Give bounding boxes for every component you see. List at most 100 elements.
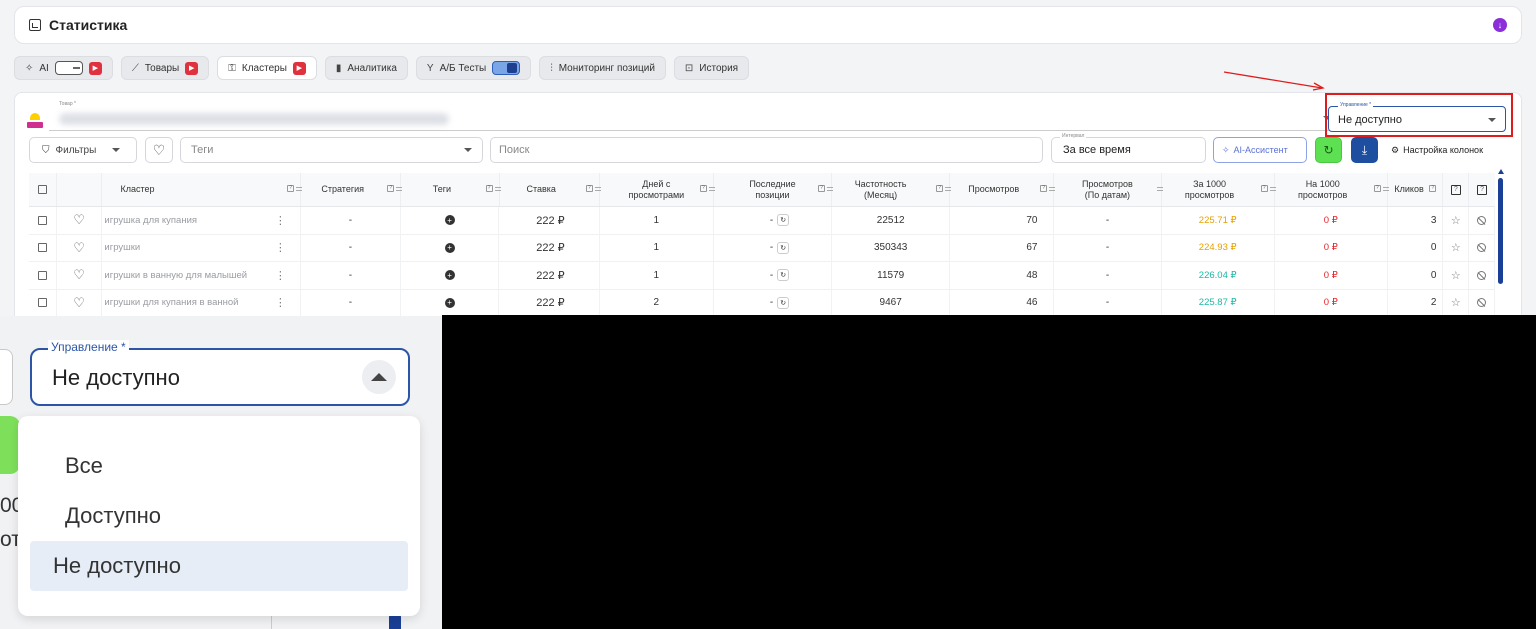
bid-header[interactable]: Ставка? — [500, 173, 601, 206]
control-select-zoomed[interactable]: Управление * Не доступно — [30, 340, 410, 406]
tab-history[interactable]: ⊡ История — [673, 56, 750, 80]
help-icon[interactable]: ? — [1477, 184, 1488, 195]
ban-icon[interactable] — [1477, 215, 1487, 225]
product-select[interactable]: Товар * — [49, 101, 1339, 131]
clicks-header[interactable]: Кликов? — [1388, 173, 1444, 206]
tab-products[interactable]: ⟋ Товары ▶ — [120, 56, 210, 80]
per1000-header[interactable]: За 1000 просмотров? — [1162, 173, 1276, 206]
more-icon[interactable]: ⋮ — [275, 269, 286, 282]
scroll-up-arrow[interactable] — [1498, 169, 1504, 174]
more-icon[interactable]: ⋮ — [275, 214, 286, 227]
tags-header[interactable]: Теги? — [401, 173, 501, 206]
table-cell: + — [401, 234, 500, 261]
cluster-header[interactable]: Кластер? — [102, 173, 303, 206]
ban-icon[interactable] — [1477, 298, 1487, 308]
filter-icon: ⛉ — [42, 144, 50, 156]
help-header-2[interactable]: ? — [1469, 173, 1495, 206]
help-header-1[interactable]: ? — [1443, 173, 1470, 206]
refresh-icon[interactable]: ↻ — [777, 296, 790, 309]
option-not-available[interactable]: Не доступно — [30, 541, 408, 591]
info-icon[interactable]: ? — [287, 185, 295, 192]
tab-bar: ✧ AI ▶ ⟋ Товары ▶ ⚿ Кластеры ▶ ▮ Аналити… — [14, 56, 750, 80]
add-tag-icon[interactable]: + — [444, 242, 455, 253]
info-icon[interactable]: ? — [699, 185, 707, 192]
strategy-header[interactable]: Стратегия? — [301, 173, 403, 206]
add-tag-icon[interactable]: + — [444, 297, 455, 308]
star-icon[interactable]: ☆ — [1451, 296, 1461, 309]
add-tag-icon[interactable]: + — [444, 270, 455, 281]
tab-ai[interactable]: ✧ AI ▶ — [14, 56, 113, 80]
filters-button[interactable]: ⛉ Фильтры — [29, 137, 137, 163]
info-icon[interactable]: ? — [585, 185, 593, 192]
info-icon[interactable]: ? — [485, 185, 493, 192]
tab-clusters[interactable]: ⚿ Кластеры ▶ — [217, 56, 317, 80]
select-all-checkbox[interactable] — [37, 185, 47, 194]
add-tag-icon[interactable]: + — [444, 215, 455, 226]
refresh-button[interactable]: ↻ — [1315, 137, 1342, 163]
table-row[interactable]: ♡ игрушки для купания в ванной ⋮ - +222 ₽2- ↻… — [29, 289, 1496, 317]
tab-analytics[interactable]: ▮ Аналитика — [324, 56, 408, 80]
table-row[interactable]: ♡ игрушка для купания ⋮ - +222 ₽1- ↻ 22512 70-2… — [29, 207, 1496, 235]
ban-icon[interactable] — [1477, 243, 1487, 253]
frequency-header[interactable]: Частотность (Месяц)? — [832, 173, 952, 206]
video-badge-icon[interactable]: ▶ — [88, 61, 102, 75]
info-icon[interactable]: ? — [1429, 185, 1437, 192]
row-checkbox[interactable] — [37, 298, 47, 308]
chevron-up-icon[interactable] — [362, 360, 396, 394]
info-icon[interactable]: ? — [936, 185, 944, 192]
refresh-icon[interactable]: ↻ — [777, 241, 790, 254]
video-badge-icon[interactable]: ▶ — [292, 61, 306, 75]
tags-select[interactable]: Теги — [180, 137, 483, 163]
table-cell: ♡ — [57, 207, 103, 234]
positions-header[interactable]: Последние позиции? — [714, 173, 834, 206]
views-dates-value: - — [1105, 269, 1110, 281]
tab-position-monitoring[interactable]: ⫶ Мониторинг позиций — [539, 56, 666, 80]
ab-toggle[interactable] — [492, 61, 521, 75]
row-checkbox[interactable] — [37, 243, 47, 253]
column-settings-button[interactable]: ⚙ Настройка колонок — [1387, 137, 1507, 163]
heart-icon[interactable]: ♡ — [73, 267, 85, 283]
star-icon[interactable]: ☆ — [1451, 269, 1461, 282]
heart-icon[interactable]: ♡ — [73, 240, 85, 256]
table-row[interactable]: ♡ игрушки в ванную для малышей ⋮ - +222 ₽1- ↻… — [29, 262, 1496, 290]
table-cell: - — [1054, 289, 1162, 316]
info-icon[interactable]: ? — [387, 185, 395, 192]
star-icon[interactable]: ☆ — [1451, 214, 1461, 227]
row-checkbox[interactable] — [37, 270, 47, 280]
info-icon[interactable]: ? — [1373, 185, 1381, 192]
search-input[interactable]: Поиск — [490, 137, 1043, 163]
download-button[interactable]: ⤓ — [1351, 137, 1378, 163]
days-header[interactable]: Дней с просмотрами? — [600, 173, 715, 206]
favorites-button[interactable]: ♡ — [145, 137, 173, 163]
ban-icon[interactable] — [1477, 270, 1487, 280]
row-checkbox[interactable] — [37, 215, 47, 225]
views-header[interactable]: Просмотров? — [950, 173, 1056, 206]
table-row[interactable]: ♡ игрушки ⋮ - +222 ₽1- ↻ 350343 67-224.93 ₽0 ₽0… — [29, 234, 1496, 262]
on1000-header[interactable]: На 1000 просмотров? — [1275, 173, 1389, 206]
more-icon[interactable]: ⋮ — [275, 241, 286, 254]
table-scrollbar[interactable] — [1498, 178, 1503, 284]
tab-ab-tests[interactable]: Y А/Б Тесты — [415, 56, 532, 80]
refresh-icon[interactable]: ↻ — [777, 269, 790, 282]
ai-toggle[interactable] — [54, 61, 83, 75]
interval-select[interactable]: Интервал За все время — [1051, 133, 1206, 163]
help-icon[interactable]: ? — [1450, 184, 1461, 195]
views-dates-header[interactable]: Просмотров (По датам) — [1054, 173, 1163, 206]
option-available[interactable]: Доступно — [30, 491, 408, 541]
info-icon[interactable]: ? — [1260, 185, 1268, 192]
download-circle-icon[interactable]: ↓ — [1493, 18, 1507, 32]
info-icon[interactable]: ? — [1040, 185, 1048, 192]
info-icon[interactable]: ? — [818, 185, 826, 192]
positions-value: - — [769, 269, 774, 281]
per1000-value: 224.93 ₽ — [1198, 242, 1237, 254]
more-icon[interactable]: ⋮ — [275, 296, 286, 309]
option-all[interactable]: Все — [30, 441, 408, 491]
header-label: Стратегия — [321, 184, 365, 194]
refresh-icon[interactable]: ↻ — [777, 214, 790, 227]
ai-assistant-button[interactable]: ✧ AI-Ассистент — [1213, 137, 1307, 163]
star-icon[interactable]: ☆ — [1451, 241, 1461, 254]
heart-icon[interactable]: ♡ — [73, 295, 85, 311]
heart-icon[interactable]: ♡ — [73, 212, 85, 228]
video-badge-icon[interactable]: ▶ — [185, 61, 199, 75]
per1000-value: 225.87 ₽ — [1198, 297, 1237, 309]
